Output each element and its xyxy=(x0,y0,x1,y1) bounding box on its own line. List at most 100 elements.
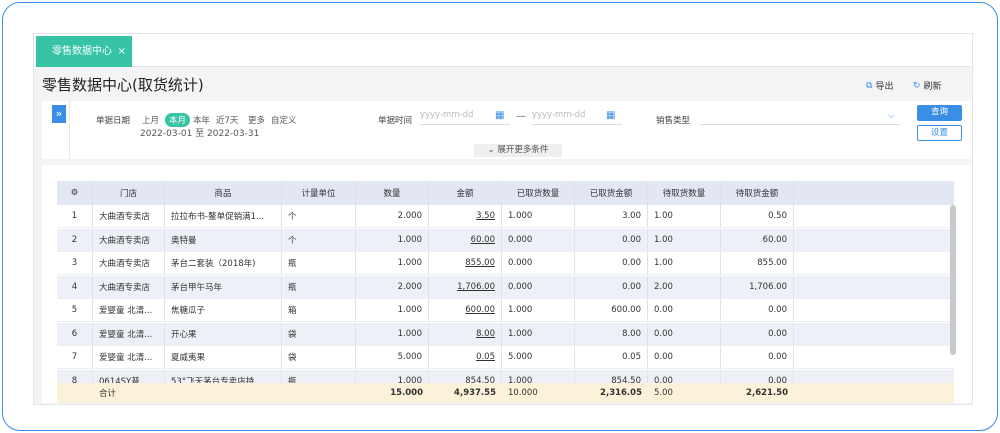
time-label: 单据时间 xyxy=(378,116,413,126)
row-filler xyxy=(794,323,954,345)
header-amount[interactable]: 金额 xyxy=(429,181,502,205)
close-icon[interactable]: × xyxy=(118,36,126,67)
cell-qty: 1.000 xyxy=(356,252,429,274)
header-taken-qty[interactable]: 已取货数量 xyxy=(502,181,575,205)
table-row[interactable]: 1 大曲酒专卖店 拉拉布书-鳌单促销满1... 个 2.000 3.50 1.000 3.00… xyxy=(57,205,954,228)
tab-bar: 零售数据中心 × xyxy=(34,34,972,67)
table-row[interactable]: 7 爱婴童 北清... 夏威夷果袋 5.000 0.05 5.000 0.05 0.00 0.0… xyxy=(57,346,954,369)
cell-store: 爱婴童 北清... xyxy=(93,346,165,368)
header-store[interactable]: 门店 xyxy=(93,181,165,205)
header-qty[interactable]: 数量 xyxy=(356,181,429,205)
calendar-icon[interactable]: ▦ xyxy=(495,110,504,121)
total-amount: 4,937.55 xyxy=(454,388,496,398)
query-button[interactable]: 查询 xyxy=(917,105,962,121)
row-index: 1 xyxy=(57,205,93,227)
table-row[interactable]: 6 爱婴童 北清... 开心果袋 1.000 8.00 1.000 8.00 0.00 0.00 xyxy=(57,322,954,346)
export-button[interactable]: ⧉ 导出 xyxy=(866,79,894,93)
refresh-button[interactable]: ↻ 刷新 xyxy=(913,79,942,93)
table-panel: ⚙ 门店 商品 计量单位 数量 金额 已取货数量 已取货金额 待取货数量 待取货… xyxy=(42,165,972,403)
cell-amount[interactable]: 1,706.00 xyxy=(429,275,502,298)
date-label: 单据日期 xyxy=(96,116,131,126)
chip-last-7-days[interactable]: 近7天 xyxy=(216,114,238,126)
header-pending-qty[interactable]: 待取货数量 xyxy=(648,181,721,205)
filter-panel: » 单据日期 上月 本月 本年 近7天 更多 自定义 2022-03-01 至 … xyxy=(42,101,972,159)
chevron-down-icon[interactable]: ⌵ xyxy=(888,111,895,121)
title-bar: 零售数据中心(取货统计) ⧉ 导出 ↻ 刷新 xyxy=(34,67,972,99)
cell-amount[interactable]: 3.50 xyxy=(429,205,502,227)
export-icon: ⧉ xyxy=(866,80,873,91)
chip-custom[interactable]: 自定义 xyxy=(271,114,297,126)
row-index: 4 xyxy=(57,275,93,298)
cell-store: 大曲酒专卖店 xyxy=(93,228,165,251)
cell-product: 夏威夷果 xyxy=(165,346,282,368)
divider xyxy=(69,101,70,159)
sales-type-select[interactable] xyxy=(700,110,900,125)
row-filler xyxy=(794,346,954,368)
cell-taken-qty: 0.000 xyxy=(502,275,575,298)
amount-link[interactable]: 600.00 xyxy=(465,305,495,315)
settings-button[interactable]: 设置 xyxy=(917,125,962,141)
cell-taken-amount: 600.00 xyxy=(575,299,648,321)
screenshot-frame: 零售数据中心 × 零售数据中心(取货统计) ⧉ 导出 ↻ 刷新 » 单据日期 上… xyxy=(2,2,998,431)
vertical-scrollbar[interactable] xyxy=(950,205,956,355)
header-pending-amount[interactable]: 待取货金额 xyxy=(721,181,794,205)
row-index: 7 xyxy=(57,346,93,368)
cell-amount[interactable]: 0.05 xyxy=(429,346,502,368)
amount-link[interactable]: 0.05 xyxy=(476,352,495,362)
tab-label: 零售数据中心 xyxy=(52,46,112,57)
row-filler xyxy=(794,276,954,298)
cell-qty: 1.000 xyxy=(356,228,429,251)
total-qty: 15.000 xyxy=(390,388,423,398)
sales-type-label: 销售类型 xyxy=(656,116,691,126)
refresh-icon: ↻ xyxy=(913,80,921,91)
cell-store: 大曲酒专卖店 xyxy=(93,275,165,298)
cell-unit: 瓶 xyxy=(282,275,356,298)
total-filler xyxy=(794,383,954,403)
cell-unit: 个 xyxy=(282,228,356,251)
header-product[interactable]: 商品 xyxy=(165,181,282,205)
cell-taken-qty: 1.000 xyxy=(502,322,575,345)
total-pending-amount: 2,621.50 xyxy=(746,388,788,398)
cell-amount[interactable]: 8.00 xyxy=(429,322,502,345)
total-product xyxy=(165,383,282,403)
amount-link[interactable]: 8.00 xyxy=(476,329,495,339)
column-settings-icon[interactable]: ⚙ xyxy=(57,181,93,205)
calendar-icon[interactable]: ▦ xyxy=(606,110,615,121)
chevrons-down-icon: ⌄ xyxy=(487,145,495,155)
cell-amount[interactable]: 600.00 xyxy=(429,299,502,321)
table-row[interactable]: 2 大曲酒专卖店 奥特曼个 1.000 60.00 0.000 0.00 1.00 60.00 xyxy=(57,228,954,252)
tab-retail-data-center[interactable]: 零售数据中心 × xyxy=(36,36,132,67)
total-row: 合计 15.000 4,937.55 10.000 2,316.05 5.00 … xyxy=(57,383,954,403)
expand-sidebar-icon[interactable]: » xyxy=(52,105,66,123)
cell-pending-qty: 1.00 xyxy=(648,205,721,227)
export-label: 导出 xyxy=(875,82,894,92)
cell-amount[interactable]: 60.00 xyxy=(429,228,502,251)
cell-qty: 2.000 xyxy=(356,205,429,227)
table-row[interactable]: 4 大曲酒专卖店 茅台甲午马年瓶 2.000 1,706.00 0.000 0.00 2.00… xyxy=(57,275,954,299)
amount-link[interactable]: 1,706.00 xyxy=(457,282,495,292)
cell-unit: 个 xyxy=(282,205,356,227)
table-row[interactable]: 3 大曲酒专卖店 茅台二套装（2018年) 瓶 1.000 855.00 0.000 0.00… xyxy=(57,252,954,275)
row-filler xyxy=(794,205,954,227)
chip-this-year[interactable]: 本年 xyxy=(193,114,210,126)
total-idx xyxy=(57,383,93,403)
amount-link[interactable]: 855.00 xyxy=(465,258,495,268)
data-table: ⚙ 门店 商品 计量单位 数量 金额 已取货数量 已取货金额 待取货数量 待取货… xyxy=(57,181,954,403)
header-unit[interactable]: 计量单位 xyxy=(282,181,356,205)
row-index: 3 xyxy=(57,252,93,274)
cell-unit: 袋 xyxy=(282,346,356,368)
table-row[interactable]: 5 爱婴童 北清... 焦糖瓜子箱 1.000 600.00 1.000 600.00 0.0… xyxy=(57,299,954,322)
amount-link[interactable]: 3.50 xyxy=(476,211,495,221)
chip-this-month[interactable]: 本月 xyxy=(165,113,191,127)
amount-link[interactable]: 60.00 xyxy=(471,235,495,245)
cell-taken-qty: 0.000 xyxy=(502,252,575,274)
chip-last-month[interactable]: 上月 xyxy=(142,114,159,126)
cell-amount[interactable]: 855.00 xyxy=(429,252,502,274)
header-taken-amount[interactable]: 已取货金额 xyxy=(575,181,648,205)
expand-more-conditions-button[interactable]: ⌄ 展开更多条件 xyxy=(474,144,562,157)
chip-more[interactable]: 更多 xyxy=(248,114,265,126)
time-separator: — xyxy=(516,111,526,122)
cell-qty: 5.000 xyxy=(356,346,429,368)
cell-pending-qty: 1.00 xyxy=(648,252,721,274)
row-index: 6 xyxy=(57,322,93,345)
